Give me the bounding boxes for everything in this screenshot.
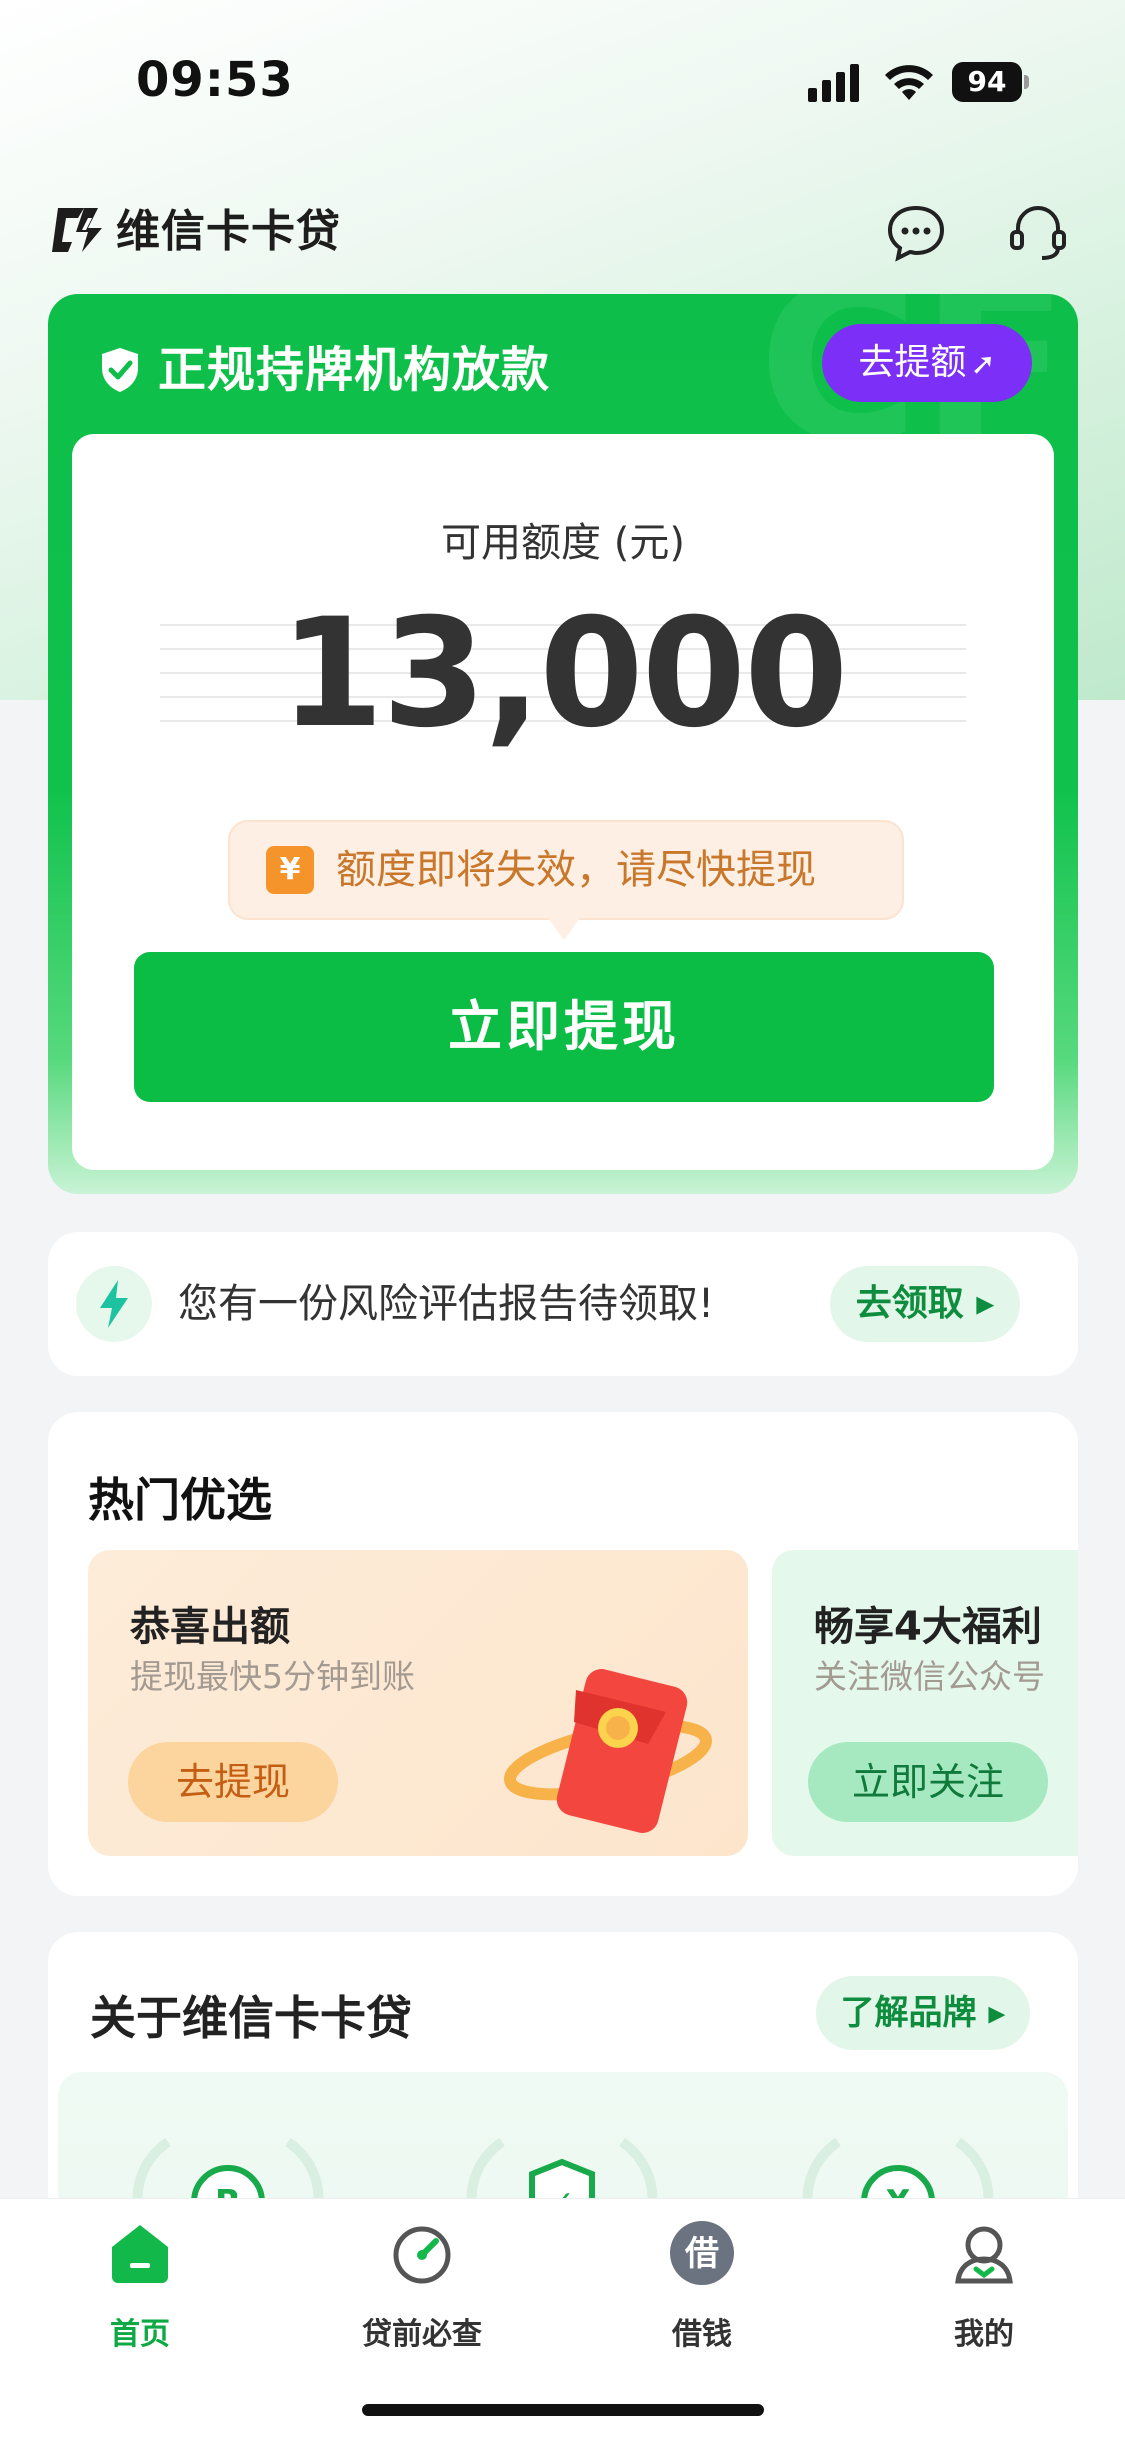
raise-limit-label: 去提额 [858,342,967,383]
tab-home[interactable]: 首页 [40,2219,240,2359]
tab-pre-loan-check[interactable]: 贷前必查 [322,2219,522,2359]
tab-mine[interactable]: 我的 [884,2219,1084,2359]
yen-icon: ¥ [266,846,314,894]
learn-brand-button[interactable]: 了解品牌 ▸ [816,1976,1030,2050]
red-envelope-icon [504,1669,712,1833]
signal-icon [808,64,859,102]
battery-icon: 94 [952,62,1029,102]
borrow-icon: 借 [670,2221,734,2285]
status-time: 09:53 [136,52,294,108]
claim-report-label: 去领取 [855,1283,964,1324]
lightning-icon [76,1266,152,1342]
expiry-tip: ¥ 额度即将失效，请尽快提现 [228,820,904,940]
promo-subtitle: 提现最快5分钟到账 [130,1657,415,1696]
available-amount: 13,000 [279,587,849,761]
claim-report-button[interactable]: 去领取 ▸ [830,1266,1020,1342]
section-title: 热门优选 [88,1473,272,1527]
tab-label: 我的 [954,2317,1014,2352]
hot-picks-section: 热门优选 恭喜出额 提现最快5分钟到账 去提现 畅享4大福利 关注微信公众号 立… [48,1412,1078,1896]
customer-service-icon[interactable] [1006,200,1070,264]
home-indicator [362,2404,764,2416]
app-header: 维信卡卡贷 [48,200,1078,270]
quota-card: CF 正规持牌机构放款 去提额➚ 可用额度 (元) 13,000 ¥ 额度即将失… [48,294,1078,1194]
promo-subtitle: 关注微信公众号 [814,1657,1045,1696]
app-name: 维信卡卡贷 [116,206,341,257]
expiry-tip-text: 额度即将失效，请尽快提现 [336,847,816,893]
learn-brand-label: 了解品牌 [840,1993,977,2033]
risk-report-text: 您有一份风险评估报告待领取! [178,1281,715,1327]
home-icon [112,2225,168,2283]
available-amount-label: 可用额度 (元) [441,520,685,566]
promo-card[interactable]: 畅享4大福利 关注微信公众号 立即关注 [772,1550,1078,1856]
shield-check-icon [102,348,138,392]
risk-report-banner[interactable]: 您有一份风险评估报告待领取! 去领取 ▸ [48,1232,1078,1376]
raise-limit-button[interactable]: 去提额 ➚ [822,324,1032,402]
tab-label: 借钱 [672,2317,732,2352]
status-bar: 09:53 94 [0,0,1125,160]
quota-inner-card: 可用额度 (元) 13,000 ¥ 额度即将失效，请尽快提现 立即提现 [72,434,1054,1170]
withdraw-button[interactable]: 立即提现 [134,952,994,1102]
tab-label: 首页 [110,2317,170,2352]
tab-label: 贷前必查 [362,2317,482,2352]
promo-title: 恭喜出额 [130,1604,290,1650]
profile-icon [955,2226,1013,2284]
section-title: 关于维信卡卡贷 [90,1991,412,2045]
battery-level: 94 [952,62,1022,102]
withdraw-promo-button[interactable]: 去提现 [128,1742,338,1822]
promo-card[interactable]: 恭喜出额 提现最快5分钟到账 去提现 [88,1550,748,1856]
license-text: 正规持牌机构放款 [158,342,551,398]
arrow-up-icon: ➚ [970,347,996,382]
gauge-icon [393,2226,451,2284]
borrow-glyph: 借 [684,2234,719,2274]
promo-title: 畅享4大福利 [814,1604,1042,1650]
wifi-icon [885,65,933,100]
follow-button[interactable]: 立即关注 [808,1742,1048,1822]
chat-icon[interactable] [884,200,948,264]
brand-logo-icon [52,208,102,252]
tab-borrow[interactable]: 借 借钱 [602,2219,802,2359]
